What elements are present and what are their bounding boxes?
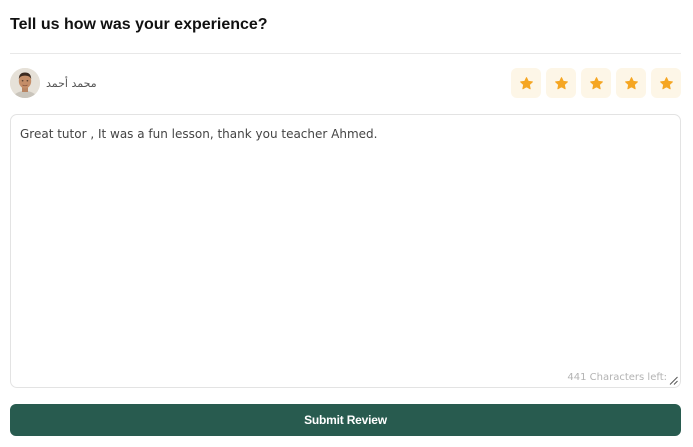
reviewer: محمد أحمد	[10, 68, 97, 98]
review-text[interactable]: Great tutor , It was a fun lesson, thank…	[20, 126, 670, 142]
reviewer-name: محمد أحمد	[46, 76, 97, 90]
star-button-5[interactable]	[651, 68, 681, 98]
resize-handle-icon[interactable]	[669, 376, 678, 385]
star-button-1[interactable]	[511, 68, 541, 98]
divider	[10, 53, 681, 54]
page-title: Tell us how was your experience?	[10, 16, 268, 33]
user-avatar-photo-icon	[10, 68, 40, 98]
star-button-4[interactable]	[616, 68, 646, 98]
star-icon	[659, 76, 673, 89]
star-rating	[511, 68, 681, 98]
star-icon	[589, 76, 603, 89]
star-icon	[554, 76, 568, 89]
star-icon	[624, 76, 638, 89]
star-button-2[interactable]	[546, 68, 576, 98]
star-icon	[519, 76, 533, 89]
submit-review-button[interactable]: Submit Review	[10, 404, 681, 436]
characters-left-counter: 441 Characters left:	[567, 372, 667, 383]
review-textarea[interactable]: Great tutor , It was a fun lesson, thank…	[10, 114, 681, 388]
star-button-3[interactable]	[581, 68, 611, 98]
avatar	[10, 68, 40, 98]
